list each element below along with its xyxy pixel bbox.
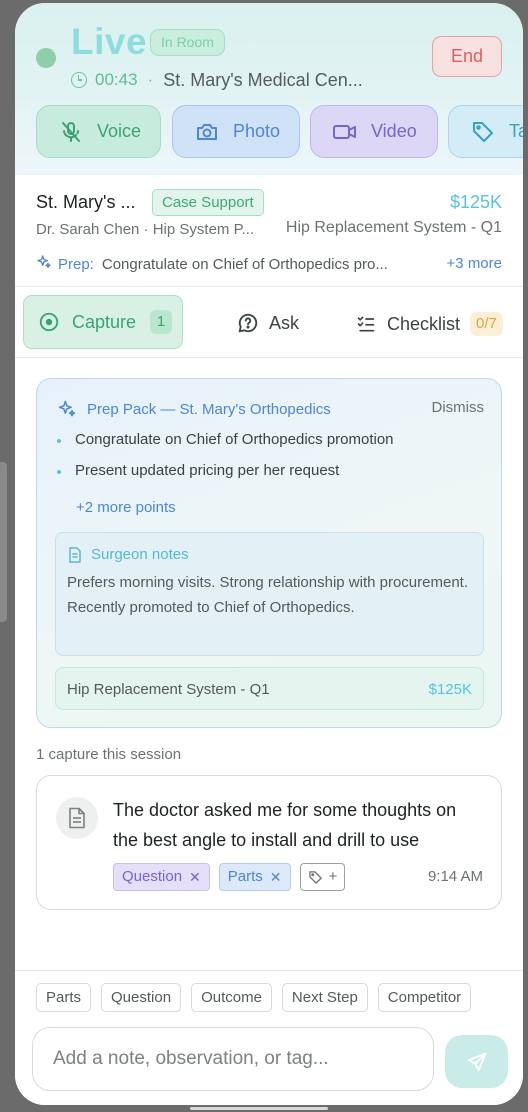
more-points-link[interactable]: +2 more points bbox=[76, 499, 176, 516]
session-capture-count: 1 capture this session bbox=[36, 746, 182, 763]
note-input[interactable] bbox=[32, 1027, 434, 1091]
document-icon bbox=[68, 546, 82, 563]
camera-icon bbox=[193, 118, 221, 146]
voice-button[interactable]: Voice bbox=[36, 105, 161, 158]
account-doctor: Dr. Sarah Chen · Hip System P... bbox=[36, 221, 255, 238]
video-label: Video bbox=[371, 121, 417, 141]
send-button[interactable] bbox=[445, 1035, 508, 1088]
session-header: Live In Room 00:43 · St. Mary's Medical … bbox=[15, 3, 523, 175]
tag-question[interactable]: Question ✕ bbox=[113, 863, 210, 891]
video-button[interactable]: Video bbox=[310, 105, 438, 158]
live-label: Live bbox=[71, 21, 148, 62]
prep-summary-row: Prep: Congratulate on Chief of Orthopedi… bbox=[36, 254, 388, 274]
tag-icon bbox=[308, 870, 323, 885]
capture-time: 9:14 AM bbox=[427, 868, 483, 885]
prep-pack-title-row: Prep Pack — St. Mary's Orthopedics bbox=[57, 399, 331, 419]
bullet bbox=[57, 439, 61, 443]
surgeon-notes: Surgeon notes Prefers morning visits. St… bbox=[55, 532, 484, 656]
photo-button[interactable]: Photo bbox=[172, 105, 300, 158]
tab-checklist-label: Checklist bbox=[387, 313, 461, 334]
tab-checklist[interactable]: Checklist 0/7 bbox=[356, 312, 503, 336]
capture-tags: Question ✕ Parts ✕ + bbox=[113, 863, 354, 891]
prep-point: Present updated pricing per her request bbox=[57, 462, 339, 479]
end-session-button[interactable]: End bbox=[432, 36, 502, 77]
prep-more-link[interactable]: +3 more bbox=[447, 255, 502, 272]
tab-ask[interactable]: Ask bbox=[237, 312, 299, 334]
add-tag-button[interactable]: + bbox=[299, 863, 346, 891]
tab-bar: Capture 1 Ask Checklist 0/7 bbox=[15, 287, 523, 358]
add-tag-label: + bbox=[328, 868, 338, 885]
surgeon-notes-body: Prefers morning visits. Strong relations… bbox=[67, 574, 469, 616]
deal-name: Hip Replacement System - Q1 bbox=[67, 681, 270, 698]
side-drag-handle[interactable] bbox=[0, 462, 7, 622]
prep-point: Congratulate on Chief of Orthopedics pro… bbox=[57, 431, 394, 448]
document-icon bbox=[68, 807, 86, 829]
remove-tag-icon[interactable]: ✕ bbox=[270, 864, 282, 890]
prep-point-text: Present updated pricing per her request bbox=[75, 462, 340, 479]
session-location: St. Mary's Medical Cen... bbox=[163, 69, 363, 90]
prep-label: Prep: bbox=[58, 255, 94, 273]
mic-off-icon bbox=[57, 118, 85, 146]
tag-icon bbox=[469, 118, 497, 146]
tab-capture-label: Capture bbox=[72, 311, 137, 332]
media-capture-row: Voice Photo Video T bbox=[36, 105, 523, 158]
chip-competitor[interactable]: Competitor bbox=[377, 983, 472, 1012]
chip-parts[interactable]: Parts bbox=[36, 983, 92, 1012]
account-name: St. Mary's ... bbox=[36, 192, 136, 212]
prep-pack-title: Prep Pack — St. Mary's Orthopedics bbox=[87, 400, 331, 418]
prep-pack-card: Prep Pack — St. Mary's Orthopedics Dismi… bbox=[36, 378, 502, 728]
photo-label: Photo bbox=[233, 121, 281, 141]
chip-outcome[interactable]: Outcome bbox=[191, 983, 272, 1012]
live-session-panel: Live In Room 00:43 · St. Mary's Medical … bbox=[15, 3, 523, 1105]
tag-parts[interactable]: Parts ✕ bbox=[218, 863, 291, 891]
prep-point-text: Congratulate on Chief of Orthopedics pro… bbox=[75, 431, 394, 448]
video-icon bbox=[331, 118, 359, 146]
target-icon bbox=[38, 311, 60, 333]
tag-button[interactable]: Ta bbox=[448, 105, 523, 158]
checklist-count-badge: 0/7 bbox=[470, 312, 503, 336]
timer-row: 00:43 · St. Mary's Medical Cen... bbox=[71, 69, 363, 91]
surgeon-notes-title-row: Surgeon notes bbox=[68, 546, 189, 563]
account-product: Hip Replacement System - Q1 bbox=[285, 219, 502, 236]
live-indicator-dot bbox=[36, 48, 56, 68]
dismiss-button[interactable]: Dismiss bbox=[432, 399, 485, 416]
prep-text: Congratulate on Chief of Orthopedics pro… bbox=[101, 255, 388, 273]
tab-ask-label: Ask bbox=[269, 312, 300, 333]
session-timer: 00:43 bbox=[95, 70, 138, 89]
note-icon-wrap bbox=[56, 797, 98, 839]
chip-next-step[interactable]: Next Step bbox=[281, 983, 368, 1012]
account-amount: $125K bbox=[449, 192, 502, 212]
capture-text: The doctor asked me for some thoughts on… bbox=[113, 800, 457, 850]
account-summary[interactable]: St. Mary's ... Case Support $125K Dr. Sa… bbox=[15, 175, 523, 287]
capture-card[interactable]: The doctor asked me for some thoughts on… bbox=[36, 775, 502, 910]
remove-tag-icon[interactable]: ✕ bbox=[189, 864, 201, 890]
bullet bbox=[57, 470, 61, 474]
case-support-badge: Case Support bbox=[152, 189, 264, 216]
home-indicator bbox=[190, 1107, 328, 1110]
send-icon bbox=[466, 1051, 488, 1073]
separator: · bbox=[147, 70, 154, 89]
tab-capture[interactable]: Capture 1 bbox=[23, 295, 183, 349]
tag-label: Ta bbox=[509, 121, 523, 141]
surgeon-notes-title: Surgeon notes bbox=[91, 546, 189, 563]
help-circle-icon bbox=[237, 312, 259, 334]
deal-amount: $125K bbox=[428, 681, 472, 698]
chip-question[interactable]: Question bbox=[101, 983, 182, 1012]
quick-tag-chips: Parts Question Outcome Next Step Competi… bbox=[36, 983, 481, 1012]
capture-count-badge: 1 bbox=[150, 310, 173, 334]
sparkle-icon bbox=[57, 399, 77, 419]
voice-label: Voice bbox=[97, 121, 142, 141]
deal-summary: Hip Replacement System - Q1 $125K bbox=[55, 667, 484, 710]
tag-question-label: Question bbox=[122, 868, 183, 885]
checklist-icon bbox=[356, 314, 376, 334]
clock-icon bbox=[71, 72, 87, 88]
sparkle-icon bbox=[36, 254, 52, 274]
composer-footer: Parts Question Outcome Next Step Competi… bbox=[15, 970, 523, 1105]
tag-parts-label: Parts bbox=[227, 868, 263, 885]
status-badge: In Room bbox=[150, 29, 225, 56]
